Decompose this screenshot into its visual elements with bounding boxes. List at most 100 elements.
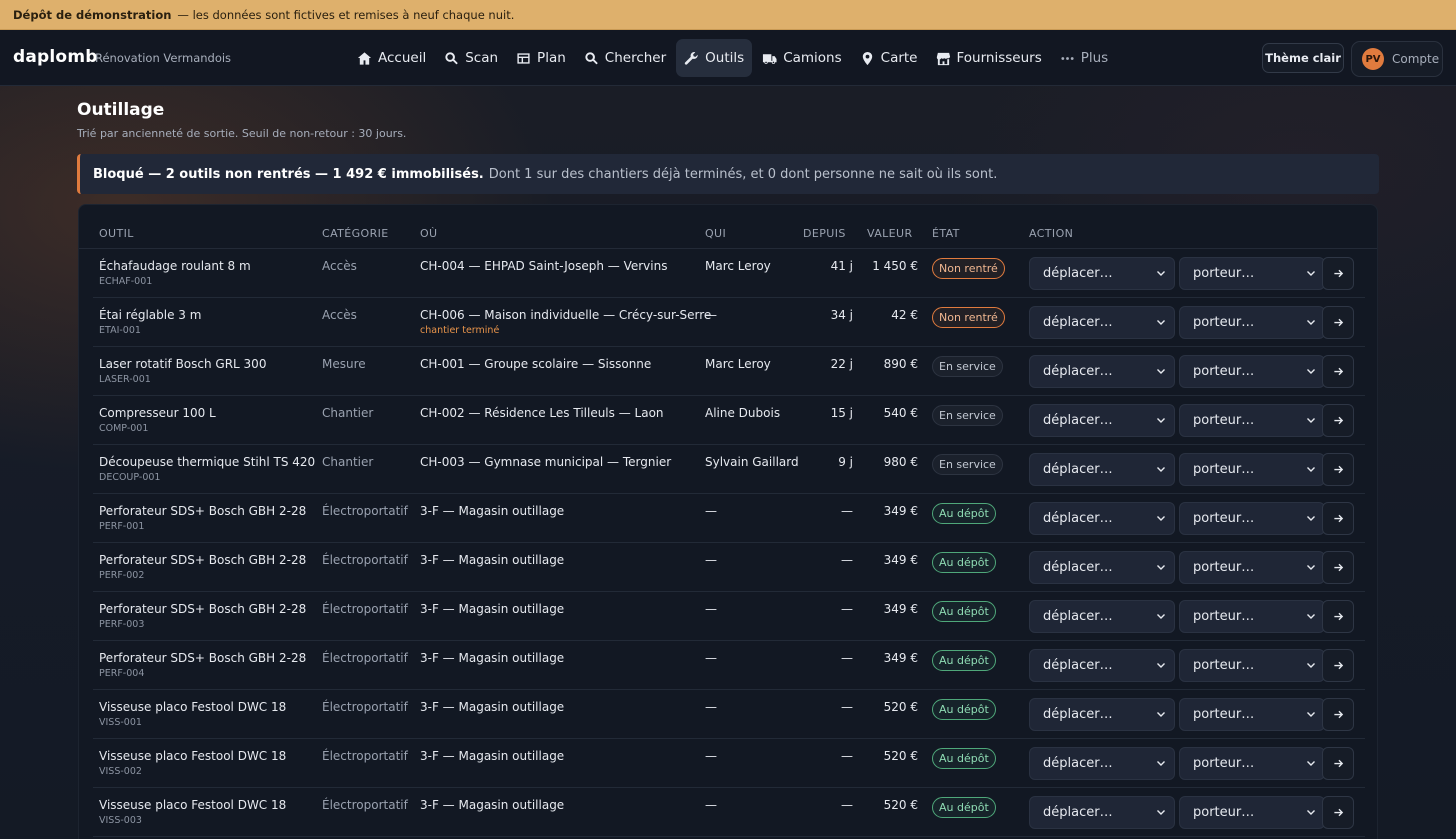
arrow-right-icon	[1333, 710, 1343, 719]
table-row[interactable]: Perforateur SDS+ Bosch GBH 2-28 PERF-003 É…	[93, 592, 1365, 641]
tool-name[interactable]: Perforateur SDS+ Bosch GBH 2-28 PERF-002	[99, 553, 306, 581]
holder-select[interactable]: porteur…	[1179, 306, 1325, 339]
theme-toggle-button[interactable]: Thème clair	[1262, 43, 1344, 73]
move-select[interactable]: déplacer…	[1029, 551, 1175, 584]
tool-name[interactable]: Perforateur SDS+ Bosch GBH 2-28 PERF-001	[99, 504, 306, 532]
holder-select[interactable]: porteur…	[1179, 747, 1325, 780]
apply-button[interactable]	[1322, 747, 1354, 780]
tool-name[interactable]: Visseuse placo Festool DWC 18 VISS-003	[99, 798, 286, 826]
apply-button[interactable]	[1322, 502, 1354, 535]
move-select[interactable]: déplacer…	[1029, 453, 1175, 486]
table-row[interactable]: Visseuse placo Festool DWC 18 VISS-001 Éle…	[93, 690, 1365, 739]
holder-select[interactable]: porteur…	[1179, 551, 1325, 584]
tool-name[interactable]: Perforateur SDS+ Bosch GBH 2-28 PERF-004	[99, 651, 306, 679]
column-header-valeur[interactable]: VALEUR	[867, 227, 913, 240]
holder-select[interactable]: porteur…	[1179, 502, 1325, 535]
tool-name[interactable]: Étai réglable 3 m ETAI-001	[99, 308, 201, 336]
move-select[interactable]: déplacer…	[1029, 306, 1175, 339]
table-row[interactable]: Visseuse placo Festool DWC 18 VISS-002 Éle…	[93, 739, 1365, 788]
truck-icon	[763, 53, 777, 64]
holder-select[interactable]: porteur…	[1179, 698, 1325, 731]
move-select[interactable]: déplacer…	[1029, 747, 1175, 780]
tool-name[interactable]: Visseuse placo Festool DWC 18 VISS-002	[99, 749, 286, 777]
nav-item-camions[interactable]: Camions	[754, 39, 849, 77]
column-header-qui[interactable]: QUI	[705, 227, 726, 240]
nav-label: Camions	[783, 50, 842, 66]
nav-item-scan[interactable]: Scan	[436, 39, 506, 77]
move-select[interactable]: déplacer…	[1029, 600, 1175, 633]
table-row[interactable]: Laser rotatif Bosch GRL 300 LASER-001 Mesu…	[93, 347, 1365, 396]
tool-location-text: CH-001 — Groupe scolaire — Sissonne	[420, 357, 652, 371]
holder-select[interactable]: porteur…	[1179, 404, 1325, 437]
tool-name-text: Découpeuse thermique Stihl TS 420	[99, 455, 316, 469]
move-select[interactable]: déplacer…	[1029, 404, 1175, 437]
nav-item-fournisseurs[interactable]: Fournisseurs	[928, 39, 1050, 77]
tool-category: Électroportatif	[322, 651, 408, 665]
table-row[interactable]: Découpeuse thermique Stihl TS 420 DECOUP-…	[93, 445, 1365, 494]
tool-name[interactable]: Laser rotatif Bosch GRL 300 LASER-001	[99, 357, 266, 385]
apply-button[interactable]	[1322, 404, 1354, 437]
holder-select[interactable]: porteur…	[1179, 257, 1325, 290]
tool-category: Accès	[322, 308, 357, 322]
holder-select[interactable]: porteur…	[1179, 649, 1325, 682]
tool-code: VISS-002	[99, 766, 142, 777]
table-row[interactable]: Perforateur SDS+ Bosch GBH 2-28 PERF-002 É…	[93, 543, 1365, 592]
apply-button[interactable]	[1322, 257, 1354, 290]
tool-name-text: Laser rotatif Bosch GRL 300	[99, 357, 267, 371]
holder-select[interactable]: porteur…	[1179, 453, 1325, 486]
tool-name[interactable]: Découpeuse thermique Stihl TS 420 DECOUP-…	[99, 455, 315, 483]
account-button[interactable]: PV Compte	[1351, 41, 1443, 77]
move-select[interactable]: déplacer…	[1029, 257, 1175, 290]
move-select[interactable]: déplacer…	[1029, 502, 1175, 535]
table-row[interactable]: Échafaudage roulant 8 m ECHAF-001 Accès CH-…	[93, 249, 1365, 298]
nav-item-outils[interactable]: Outils	[676, 39, 753, 77]
move-select[interactable]: déplacer…	[1029, 698, 1175, 731]
apply-button[interactable]	[1322, 306, 1354, 339]
nav-item-chercher[interactable]: Chercher	[576, 39, 674, 77]
table-row[interactable]: Perforateur SDS+ Bosch GBH 2-28 PERF-004 É…	[93, 641, 1365, 690]
demo-banner-text: — les données sont fictives et remises à…	[177, 7, 515, 22]
nav-item-accueil[interactable]: Accueil	[349, 39, 434, 77]
move-select[interactable]: déplacer…	[1029, 649, 1175, 682]
tool-code: PERF-003	[99, 619, 145, 630]
table-row[interactable]: Compresseur 100 L COMP-001 Chantier CH-002 …	[93, 396, 1365, 445]
apply-button[interactable]	[1322, 698, 1354, 731]
apply-button[interactable]	[1322, 355, 1354, 388]
nav-item-plan[interactable]: Plan	[508, 39, 574, 77]
brand-logo[interactable]: daplomb	[13, 47, 98, 67]
apply-button[interactable]	[1322, 600, 1354, 633]
apply-button[interactable]	[1322, 796, 1354, 829]
column-header-categorie[interactable]: CATÉGORIE	[322, 227, 389, 240]
nav-label: Fournisseurs	[956, 50, 1042, 66]
tool-name[interactable]: Compresseur 100 L COMP-001	[99, 406, 216, 434]
status-badge: Au dépôt	[932, 601, 996, 622]
holder-select[interactable]: porteur…	[1179, 796, 1325, 829]
table-row[interactable]: Visseuse placo Festool DWC 18 VISS-003 Éle…	[93, 788, 1365, 837]
holder-select[interactable]: porteur…	[1179, 355, 1325, 388]
nav-item-plus[interactable]: Plus	[1052, 39, 1116, 77]
tool-name[interactable]: Visseuse placo Festool DWC 18 VISS-001	[99, 700, 286, 728]
tool-holder: —	[705, 798, 717, 812]
move-select[interactable]: déplacer…	[1029, 796, 1175, 829]
column-header-ou[interactable]: OÙ	[420, 227, 438, 240]
tool-name[interactable]: Perforateur SDS+ Bosch GBH 2-28 PERF-003	[99, 602, 306, 630]
holder-select[interactable]: porteur…	[1179, 600, 1325, 633]
column-header-depuis[interactable]: DEPUIS	[803, 227, 846, 240]
arrow-right-icon	[1333, 318, 1343, 327]
nav-item-carte[interactable]: Carte	[852, 39, 926, 77]
apply-button[interactable]	[1322, 649, 1354, 682]
apply-button[interactable]	[1322, 453, 1354, 486]
tool-location-text: 3-F — Magasin outillage	[420, 602, 565, 616]
column-header-outil[interactable]: OUTIL	[99, 227, 134, 240]
chevron-down-icon	[1307, 467, 1315, 472]
tool-code: DECOUP-001	[99, 472, 161, 483]
home-icon	[357, 51, 372, 65]
move-select[interactable]: déplacer…	[1029, 355, 1175, 388]
move-select-value: déplacer…	[1043, 805, 1113, 820]
tool-name[interactable]: Échafaudage roulant 8 m ECHAF-001	[99, 259, 251, 287]
status-badge: En service	[932, 405, 1003, 426]
status-badge: Au dépôt	[932, 650, 996, 671]
table-row[interactable]: Étai réglable 3 m ETAI-001 Accès CH-006 — M…	[93, 298, 1365, 347]
table-row[interactable]: Perforateur SDS+ Bosch GBH 2-28 PERF-001 É…	[93, 494, 1365, 543]
apply-button[interactable]	[1322, 551, 1354, 584]
